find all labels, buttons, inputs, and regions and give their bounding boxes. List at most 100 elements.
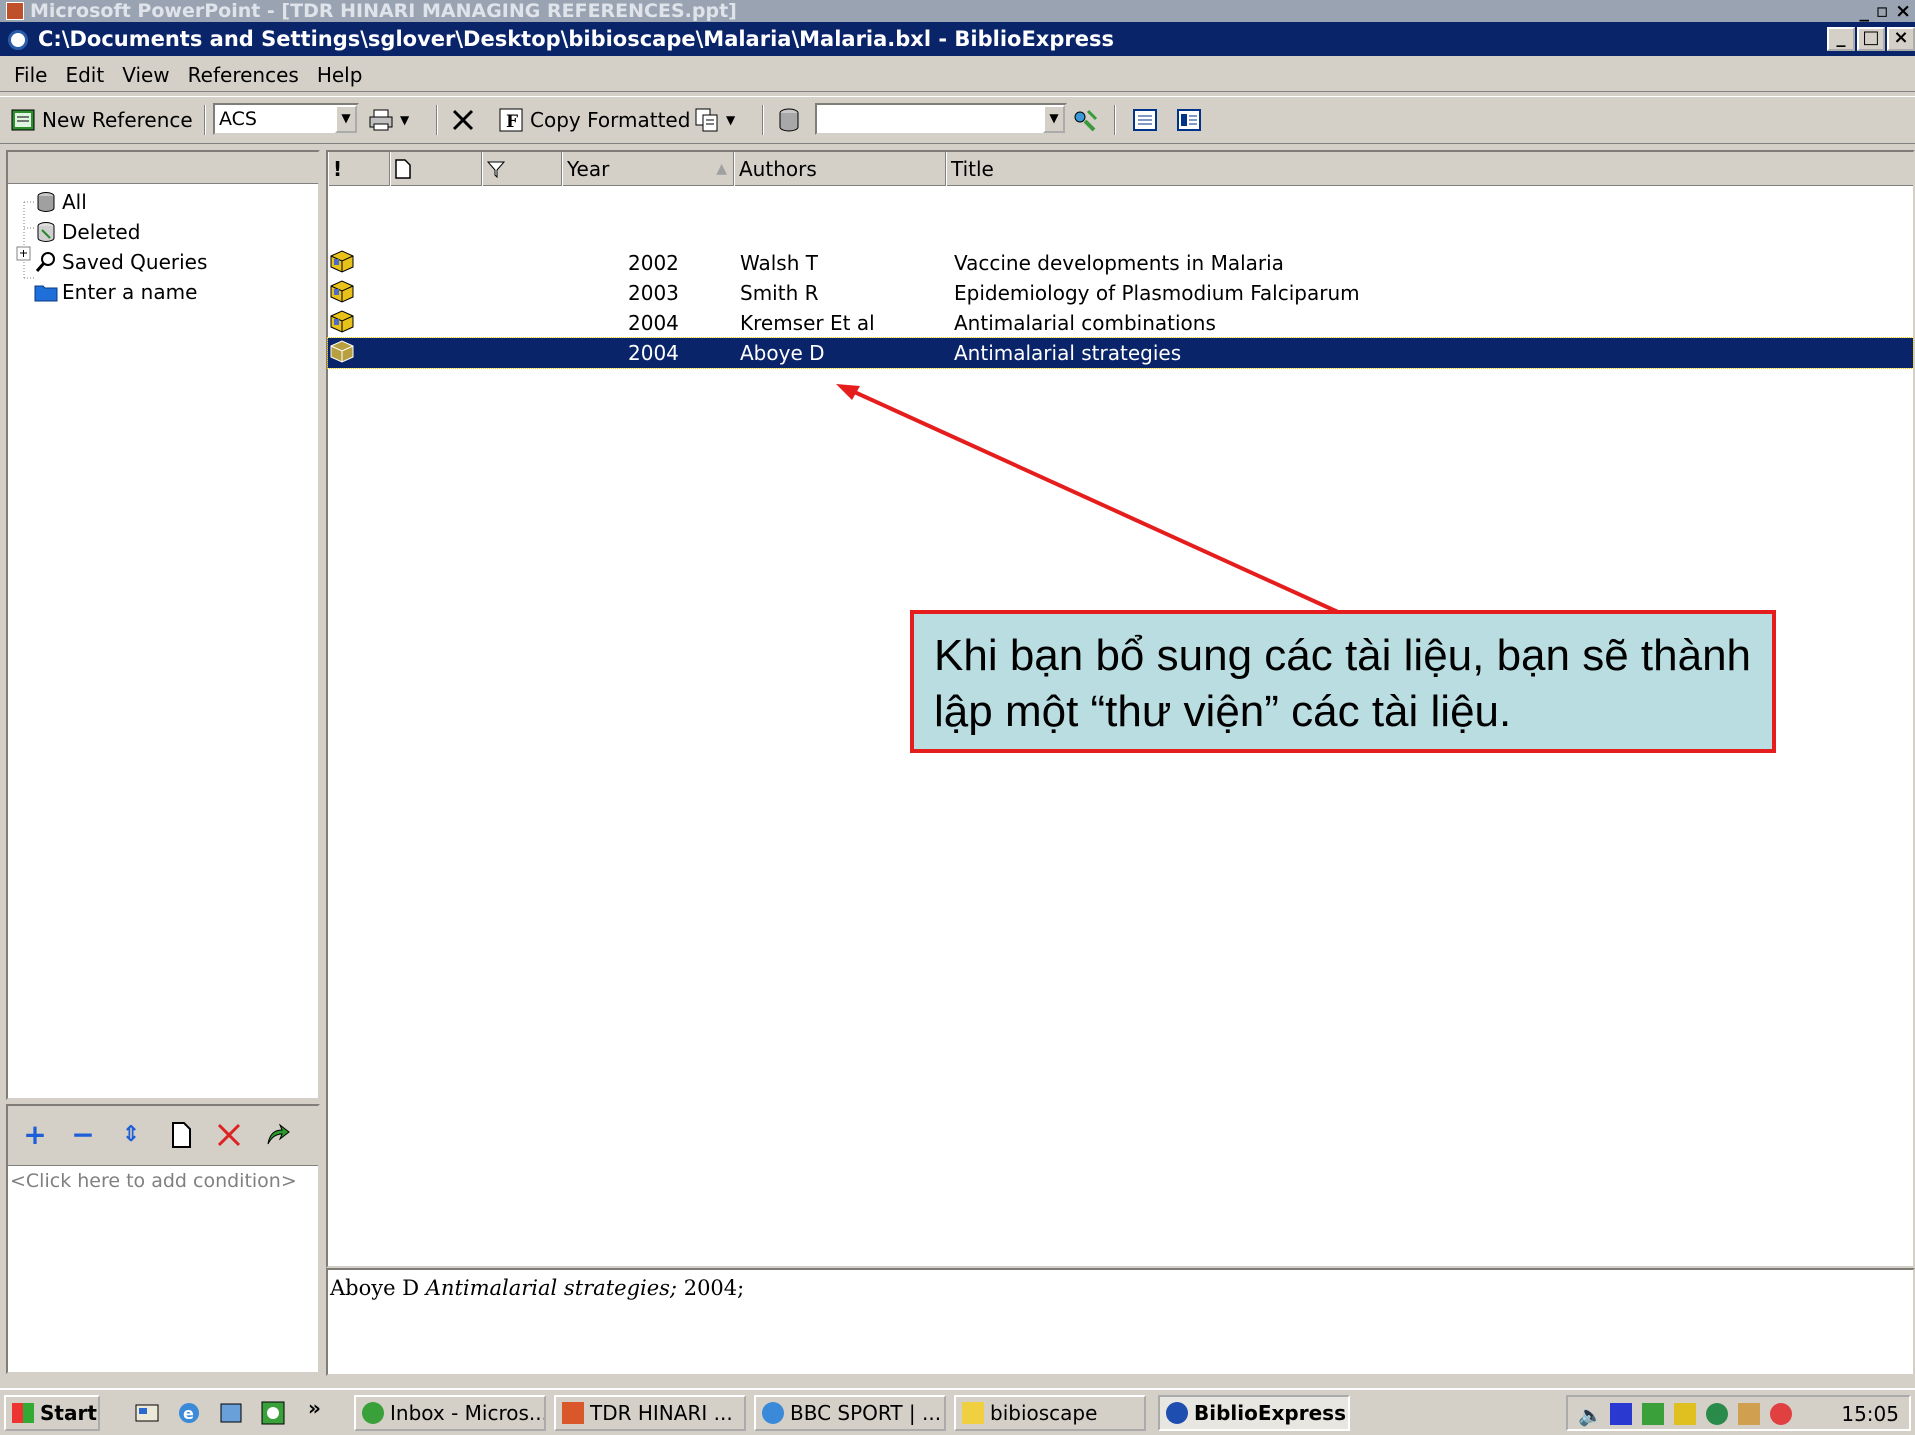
taskbar: Start e » Inbox - Micros... TDR HINARI .… [0, 1388, 1915, 1435]
reference-authors: Aboye D [740, 341, 825, 365]
reference-row[interactable]: 2002 Walsh T Vaccine developments in Mal… [328, 248, 1913, 278]
network-icon[interactable] [1642, 1403, 1664, 1425]
messenger-icon[interactable] [1738, 1403, 1760, 1425]
column-header-year[interactable]: Year ▲ [562, 152, 734, 186]
task-biblioexpress[interactable]: BiblioExpress [1158, 1395, 1350, 1431]
toolbar-separator [204, 105, 206, 135]
search-combo[interactable]: ▼ [815, 103, 1067, 135]
quicklaunch-overflow[interactable]: » [308, 1396, 321, 1420]
toolbar-separator [1114, 105, 1116, 135]
close-button[interactable]: × [1887, 27, 1915, 51]
system-tray: 🔈 15:05 [1566, 1395, 1911, 1431]
print-dropdown-arrow-icon[interactable]: ▼ [400, 113, 409, 127]
column-header-title[interactable]: Title [946, 152, 1915, 186]
journal-article-icon [330, 340, 354, 363]
find-button[interactable] [1072, 103, 1104, 137]
media-icon[interactable] [218, 1400, 244, 1426]
clock[interactable]: 15:05 [1841, 1402, 1899, 1426]
display-icon[interactable] [1674, 1403, 1696, 1425]
biblioexpress-quicklaunch-icon[interactable] [260, 1400, 286, 1426]
database-button[interactable] [776, 103, 808, 137]
powerpoint-icon [6, 2, 24, 20]
flag-filter-icon [486, 161, 506, 179]
menu-file[interactable]: File [6, 63, 57, 87]
menu-help[interactable]: Help [309, 63, 373, 87]
preview-year: 2004; [683, 1276, 745, 1300]
output-style-value: ACS [219, 108, 257, 130]
menu-view[interactable]: View [114, 63, 179, 87]
reference-row-selected[interactable]: 2004 Aboye D Antimalarial strategies [327, 337, 1914, 369]
run-query-icon[interactable] [262, 1120, 292, 1150]
reference-year: 2004 [628, 311, 679, 335]
powerpoint-title: Microsoft PowerPoint - [TDR HINARI MANAG… [30, 0, 737, 22]
reference-year: 2003 [628, 281, 679, 305]
show-desktop-icon[interactable] [134, 1400, 160, 1426]
internet-explorer-icon [762, 1402, 784, 1424]
reference-title: Epidemiology of Plasmodium Falciparum [954, 281, 1360, 305]
window-title: C:\Documents and Settings\sglover\Deskto… [38, 27, 1114, 51]
column-header-mark[interactable] [482, 152, 562, 186]
add-condition-icon[interactable]: + [20, 1120, 50, 1150]
column-header-year-label: Year [567, 157, 610, 181]
window-titlebar: C:\Documents and Settings\sglover\Deskto… [0, 22, 1915, 56]
task-label: TDR HINARI ... [590, 1401, 733, 1425]
menu-references[interactable]: References [180, 63, 309, 87]
antivirus-icon[interactable] [1610, 1403, 1632, 1425]
tree-item-saved-queries[interactable]: Saved Queries [34, 248, 207, 276]
reference-year: 2002 [628, 251, 679, 275]
task-bibioscape-folder[interactable]: bibioscape [954, 1395, 1146, 1431]
annotation-callout: Khi bạn bổ sung các tài liệu, bạn sẽ thà… [910, 610, 1776, 753]
powerpoint-window-controls[interactable]: _ ▫ × [1859, 0, 1911, 22]
tree-lines [16, 201, 34, 280]
task-powerpoint[interactable]: TDR HINARI ... [554, 1395, 746, 1431]
maximize-button[interactable]: □ [1857, 27, 1885, 51]
delete-reference-button[interactable] [450, 103, 482, 137]
remove-condition-icon[interactable]: − [68, 1120, 98, 1150]
column-header-flag[interactable]: ! [328, 152, 390, 186]
volume-icon[interactable]: 🔈 [1578, 1403, 1603, 1427]
detail-view-icon [1177, 109, 1201, 131]
copy-formatted-button[interactable]: F Copy Formatted [498, 103, 690, 137]
tree-item-label: Enter a name [62, 280, 198, 304]
database-icon [779, 108, 799, 132]
tree-item-new-folder[interactable]: Enter a name [34, 278, 197, 306]
alert-icon[interactable] [1770, 1403, 1792, 1425]
new-reference-button[interactable]: New Reference [10, 103, 193, 137]
column-header-authors[interactable]: Authors [734, 152, 946, 186]
copy-dropdown-arrow-icon[interactable]: ▼ [726, 113, 735, 127]
view-detail-button[interactable] [1176, 103, 1208, 137]
internet-explorer-icon[interactable]: e [176, 1400, 202, 1426]
reference-row[interactable]: 2004 Kremser Et al Antimalarial combinat… [328, 308, 1913, 338]
toolbar-separator [762, 105, 764, 135]
globe-icon[interactable] [1706, 1403, 1728, 1425]
minimize-button[interactable]: _ [1827, 27, 1855, 51]
new-query-icon[interactable] [166, 1120, 196, 1150]
start-button[interactable]: Start [4, 1395, 100, 1431]
toggle-condition-icon[interactable]: ⇕ [116, 1120, 146, 1150]
tree-item-all[interactable]: All [34, 188, 87, 216]
copy-formatted-label: Copy Formatted [530, 108, 691, 132]
print-button[interactable]: ▼ [368, 103, 409, 137]
delete-query-icon[interactable] [214, 1120, 244, 1150]
output-style-combo[interactable]: ACS ▼ [213, 103, 359, 135]
task-inbox[interactable]: Inbox - Micros... [354, 1395, 546, 1431]
copy-button[interactable]: ▼ [694, 103, 735, 137]
view-list-button[interactable] [1132, 103, 1164, 137]
add-condition-placeholder[interactable]: <Click here to add condition> [10, 1170, 297, 1192]
formatted-preview: Aboye D Antimalarial strategies; 2004; [326, 1268, 1915, 1376]
reference-row[interactable]: 2003 Smith R Epidemiology of Plasmodium … [328, 278, 1913, 308]
task-label: BBC SPORT | ... [790, 1401, 942, 1425]
tree-header [8, 152, 318, 184]
start-label: Start [40, 1401, 97, 1425]
formatted-f-icon: F [499, 108, 523, 132]
chevron-down-icon[interactable]: ▼ [1043, 105, 1065, 133]
toolbar-separator [436, 105, 438, 135]
column-header-type[interactable] [390, 152, 482, 186]
chevron-down-icon[interactable]: ▼ [335, 105, 357, 133]
task-bbc-sport[interactable]: BBC SPORT | ... [754, 1395, 946, 1431]
tree-item-deleted[interactable]: Deleted [34, 218, 140, 246]
column-header-row: ! Year ▲ Authors Title [328, 152, 1913, 186]
preview-title: Antimalarial strategies; [425, 1276, 678, 1300]
reference-year: 2004 [628, 341, 679, 365]
menu-edit[interactable]: Edit [57, 63, 114, 87]
